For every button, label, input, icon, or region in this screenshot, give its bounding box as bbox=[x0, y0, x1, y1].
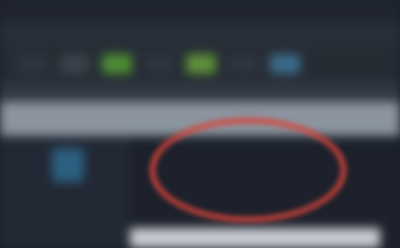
ribbon-button-green[interactable] bbox=[102, 54, 132, 74]
ribbon-button[interactable] bbox=[144, 54, 174, 74]
highlight-annotation bbox=[150, 118, 346, 222]
ribbon-toolbar bbox=[0, 44, 400, 84]
menu-bar bbox=[0, 24, 400, 44]
selected-item[interactable] bbox=[52, 148, 84, 182]
status-strip bbox=[130, 228, 380, 248]
ribbon-button[interactable] bbox=[18, 54, 48, 74]
ribbon-button-blue[interactable] bbox=[270, 54, 300, 74]
title-bar bbox=[0, 0, 400, 24]
ribbon-button-green[interactable] bbox=[186, 54, 216, 74]
ribbon-button[interactable] bbox=[228, 54, 258, 74]
formula-bar[interactable] bbox=[0, 84, 400, 102]
ribbon-button[interactable] bbox=[60, 54, 90, 74]
